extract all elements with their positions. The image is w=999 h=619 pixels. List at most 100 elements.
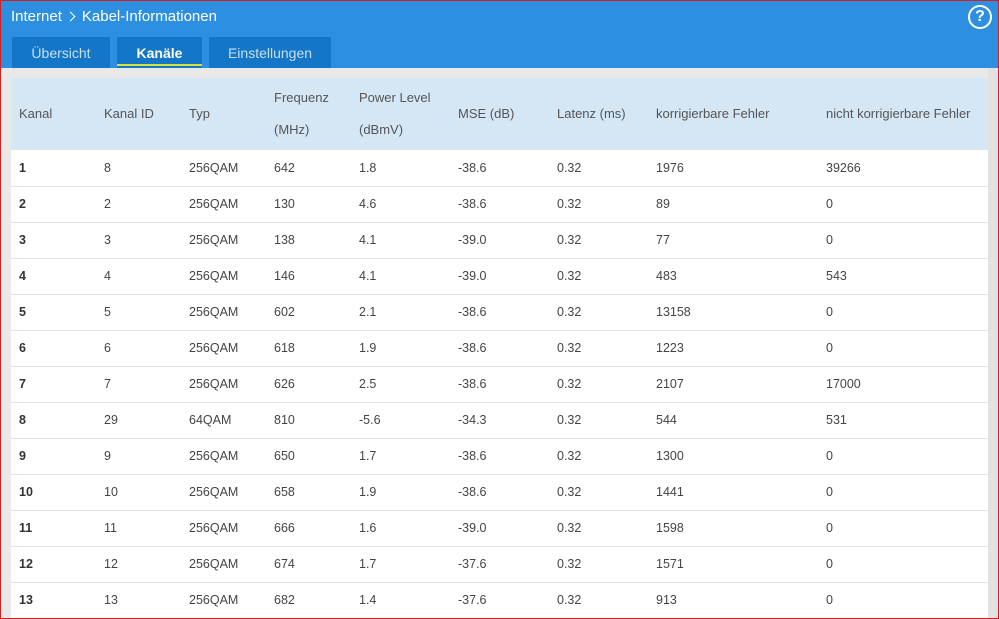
tab-kanaele[interactable]: Kanäle bbox=[117, 37, 202, 68]
cell-mse: -39.0 bbox=[458, 521, 487, 535]
cell-mse: -38.6 bbox=[458, 449, 487, 463]
cell-typ: 256QAM bbox=[189, 160, 239, 175]
cell-power-level: 1.9 bbox=[359, 341, 377, 355]
cell-latenz: 0.32 bbox=[557, 557, 582, 571]
breadcrumb: Internet Kabel-Informationen bbox=[11, 8, 217, 25]
app-window: Internet Kabel-Informationen ? Übersicht… bbox=[0, 0, 999, 619]
cell-kanal-id: 10 bbox=[104, 485, 118, 499]
tab-bar: Übersicht Kanäle Einstellungen bbox=[12, 37, 338, 68]
cell-kanal: 4 bbox=[19, 269, 26, 283]
cell-korrigierbare-fehler: 1223 bbox=[656, 341, 684, 355]
cell-mse: -37.6 bbox=[458, 557, 487, 571]
cell-korrigierbare-fehler: 2107 bbox=[656, 377, 684, 391]
cell-korrigierbare-fehler: 1571 bbox=[656, 557, 684, 571]
cell-nicht-korrigierbare-fehler: 543 bbox=[826, 269, 847, 283]
tab-uebersicht[interactable]: Übersicht bbox=[12, 37, 110, 68]
cell-nicht-korrigierbare-fehler: 39266 bbox=[826, 160, 861, 175]
cell-korrigierbare-fehler: 1441 bbox=[656, 485, 684, 499]
table-header-row: Kanal Kanal ID Typ Frequenz (MHz) Power … bbox=[11, 78, 988, 150]
breadcrumb-section[interactable]: Internet bbox=[11, 8, 62, 25]
cell-korrigierbare-fehler: 483 bbox=[656, 269, 677, 283]
header-frequenz-line2: (MHz) bbox=[274, 122, 310, 137]
cell-nicht-korrigierbare-fehler: 0 bbox=[826, 521, 833, 535]
cell-kanal-id: 12 bbox=[104, 557, 118, 571]
cell-typ: 256QAM bbox=[189, 197, 239, 211]
cell-power-level: 1.8 bbox=[359, 160, 377, 175]
cell-korrigierbare-fehler: 544 bbox=[656, 413, 677, 427]
cell-power-level: -5.6 bbox=[359, 413, 381, 427]
cell-typ: 256QAM bbox=[189, 449, 239, 463]
cell-nicht-korrigierbare-fehler: 0 bbox=[826, 305, 833, 319]
cell-korrigierbare-fehler: 913 bbox=[656, 593, 677, 607]
cell-latenz: 0.32 bbox=[557, 305, 582, 319]
cell-mse: -34.3 bbox=[458, 413, 487, 427]
help-icon[interactable]: ? bbox=[968, 5, 992, 29]
table-row: 2 2 256QAM 130 4.6 -38.6 0.32 89 0 bbox=[11, 186, 988, 222]
table-row: 4 4 256QAM 146 4.1 -39.0 0.32 483 543 bbox=[11, 258, 988, 294]
table-row: 10 10 256QAM 658 1.9 -38.6 0.32 1441 0 bbox=[11, 474, 988, 510]
cell-power-level: 1.9 bbox=[359, 485, 377, 499]
cell-latenz: 0.32 bbox=[557, 233, 582, 247]
cell-typ: 256QAM bbox=[189, 269, 239, 283]
cell-latenz: 0.32 bbox=[557, 377, 582, 391]
cell-frequenz: 138 bbox=[274, 233, 295, 247]
cell-latenz: 0.32 bbox=[557, 413, 582, 427]
cell-frequenz: 650 bbox=[274, 449, 295, 463]
cell-frequenz: 626 bbox=[274, 377, 295, 391]
cell-kanal-id: 3 bbox=[104, 233, 111, 247]
cell-power-level: 1.7 bbox=[359, 449, 377, 463]
cell-kanal: 7 bbox=[19, 377, 26, 391]
header-nicht-korrigierbare-fehler: nicht korrigierbare Fehler bbox=[826, 106, 971, 121]
header-power-level: Power Level (dBmV) bbox=[351, 78, 450, 150]
table-row: 3 3 256QAM 138 4.1 -39.0 0.32 77 0 bbox=[11, 222, 988, 258]
cell-nicht-korrigierbare-fehler: 0 bbox=[826, 233, 833, 247]
table-row: 5 5 256QAM 602 2.1 -38.6 0.32 13158 0 bbox=[11, 294, 988, 330]
table-row: 9 9 256QAM 650 1.7 -38.6 0.32 1300 0 bbox=[11, 438, 988, 474]
cell-latenz: 0.32 bbox=[557, 449, 582, 463]
cell-kanal: 2 bbox=[19, 197, 26, 211]
header-power-line2: (dBmV) bbox=[359, 122, 404, 137]
table-body: 1 8 256QAM 642 1.8 -38.6 0.32 1976 39266… bbox=[11, 150, 988, 618]
cell-mse: -39.0 bbox=[458, 233, 487, 247]
cell-mse: -38.6 bbox=[458, 377, 487, 391]
cell-korrigierbare-fehler: 1976 bbox=[656, 160, 684, 175]
cell-power-level: 1.6 bbox=[359, 521, 377, 535]
cell-frequenz: 666 bbox=[274, 521, 295, 535]
header-latenz: Latenz (ms) bbox=[557, 106, 626, 121]
table-row: 8 29 64QAM 810 -5.6 -34.3 0.32 544 531 bbox=[11, 402, 988, 438]
cell-frequenz: 674 bbox=[274, 557, 295, 571]
cell-typ: 256QAM bbox=[189, 485, 239, 499]
cell-nicht-korrigierbare-fehler: 531 bbox=[826, 413, 847, 427]
cell-mse: -38.6 bbox=[458, 485, 487, 499]
cell-latenz: 0.32 bbox=[557, 269, 582, 283]
cell-typ: 256QAM bbox=[189, 593, 239, 607]
cell-frequenz: 146 bbox=[274, 269, 295, 283]
cell-kanal: 11 bbox=[19, 521, 33, 535]
header-korrigierbare-fehler: korrigierbare Fehler bbox=[656, 106, 770, 121]
cell-kanal-id: 5 bbox=[104, 305, 111, 319]
table-row: 12 12 256QAM 674 1.7 -37.6 0.32 1571 0 bbox=[11, 546, 988, 582]
header-typ: Typ bbox=[189, 106, 210, 121]
table-row: 1 8 256QAM 642 1.8 -38.6 0.32 1976 39266 bbox=[11, 150, 988, 186]
header-bar: Internet Kabel-Informationen ? Übersicht… bbox=[1, 1, 998, 68]
cell-typ: 256QAM bbox=[189, 557, 239, 571]
cell-typ: 256QAM bbox=[189, 521, 239, 535]
cell-power-level: 1.7 bbox=[359, 557, 377, 571]
cell-frequenz: 602 bbox=[274, 305, 295, 319]
breadcrumb-page: Kabel-Informationen bbox=[81, 8, 217, 25]
header-kanal-id: Kanal ID bbox=[104, 106, 154, 121]
tab-einstellungen[interactable]: Einstellungen bbox=[209, 37, 331, 68]
chevron-right-icon bbox=[65, 11, 76, 22]
cell-kanal: 9 bbox=[19, 449, 26, 463]
cell-korrigierbare-fehler: 89 bbox=[656, 197, 670, 211]
table-row: 13 13 256QAM 682 1.4 -37.6 0.32 913 0 bbox=[11, 582, 988, 618]
scrollbar[interactable] bbox=[988, 68, 998, 618]
cell-typ: 256QAM bbox=[189, 377, 239, 391]
cell-frequenz: 682 bbox=[274, 593, 295, 607]
cell-frequenz: 642 bbox=[274, 160, 295, 175]
content-area: Kanal Kanal ID Typ Frequenz (MHz) Power … bbox=[1, 68, 998, 618]
table-row: 11 11 256QAM 666 1.6 -39.0 0.32 1598 0 bbox=[11, 510, 988, 546]
header-frequenz: Frequenz (MHz) bbox=[266, 78, 351, 150]
cell-nicht-korrigierbare-fehler: 17000 bbox=[826, 377, 861, 391]
header-kanal: Kanal bbox=[19, 106, 53, 121]
